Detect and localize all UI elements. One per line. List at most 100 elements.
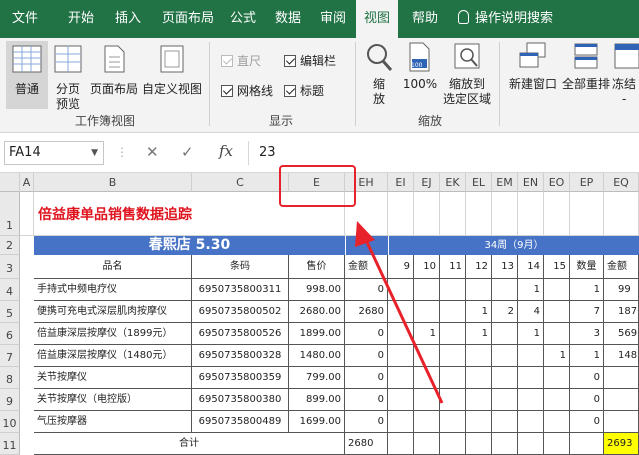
day-qty-cell[interactable] (440, 279, 466, 301)
row-header[interactable]: 4 (0, 279, 20, 301)
zoom-100-button[interactable]: 100 100% (400, 41, 440, 109)
cell[interactable] (388, 433, 414, 455)
total-label[interactable]: 合计 (34, 433, 345, 455)
product-code-cell[interactable]: 6950735800359 (192, 367, 289, 389)
tab-formulas[interactable]: 公式 (230, 0, 256, 38)
name-box-dropdown-icon[interactable]: ▼ (91, 142, 98, 164)
row-header[interactable]: 11 (0, 433, 20, 455)
day-qty-cell[interactable] (388, 279, 414, 301)
product-price-cell[interactable]: 799.00 (289, 367, 345, 389)
column-header[interactable]: EK (440, 173, 466, 192)
row-header[interactable]: 1 (0, 192, 20, 236)
cell[interactable] (570, 433, 604, 455)
new-window-button[interactable]: 新建窗口 (506, 41, 560, 109)
header-day[interactable]: 9 (388, 255, 414, 279)
day-qty-cell[interactable] (414, 367, 440, 389)
product-price-cell[interactable]: 1699.00 (289, 411, 345, 433)
day-qty-cell[interactable] (466, 279, 492, 301)
cell[interactable] (570, 192, 604, 236)
product-amount-cell[interactable]: 0 (345, 389, 388, 411)
gridlines-checkbox[interactable]: 网格线 (221, 84, 273, 98)
column-header[interactable]: EN (518, 173, 544, 192)
product-amount2-cell[interactable] (604, 367, 639, 389)
ruler-checkbox[interactable]: 直尺 (221, 54, 261, 68)
product-amount-cell[interactable]: 0 (345, 411, 388, 433)
product-name-cell[interactable]: 手持式中频电疗仪 (34, 279, 192, 301)
day-qty-cell[interactable] (518, 389, 544, 411)
cancel-icon[interactable]: ✕ (146, 143, 159, 161)
header-day[interactable]: 14 (518, 255, 544, 279)
day-qty-cell[interactable] (414, 301, 440, 323)
product-price-cell[interactable]: 1899.00 (289, 323, 345, 345)
day-qty-cell[interactable] (466, 367, 492, 389)
header-day[interactable]: 10 (414, 255, 440, 279)
cell[interactable] (544, 433, 570, 455)
week-banner[interactable]: 34周（9月） (388, 236, 639, 255)
product-qty-cell[interactable]: 1 (570, 345, 604, 367)
day-qty-cell[interactable] (388, 411, 414, 433)
day-qty-cell[interactable] (518, 345, 544, 367)
product-code-cell[interactable]: 6950735800328 (192, 345, 289, 367)
cell[interactable] (414, 433, 440, 455)
product-amount-cell[interactable]: 0 (345, 345, 388, 367)
tab-file[interactable]: 文件 (12, 0, 38, 38)
freeze-panes-button[interactable]: 冻结 - (612, 41, 639, 109)
tell-me-search[interactable]: 操作说明搜索 (458, 0, 553, 38)
cell[interactable] (518, 192, 544, 236)
row-header[interactable]: 5 (0, 301, 20, 323)
product-amount2-cell[interactable]: 99 (604, 279, 639, 301)
column-header[interactable]: EJ (414, 173, 440, 192)
day-qty-cell[interactable]: 1 (414, 323, 440, 345)
header-name[interactable]: 品名 (34, 255, 192, 279)
insert-function-icon[interactable]: fx (219, 142, 233, 160)
product-name-cell[interactable]: 倍益康深层按摩仪（1480元） (34, 345, 192, 367)
day-qty-cell[interactable] (440, 411, 466, 433)
product-amount-cell[interactable]: 0 (345, 279, 388, 301)
select-all-corner[interactable] (0, 173, 20, 192)
total-amount2[interactable]: 2693 (604, 433, 639, 455)
day-qty-cell[interactable] (388, 345, 414, 367)
day-qty-cell[interactable] (518, 367, 544, 389)
day-qty-cell[interactable] (466, 411, 492, 433)
day-qty-cell[interactable] (388, 367, 414, 389)
day-qty-cell[interactable] (492, 411, 518, 433)
day-qty-cell[interactable] (544, 323, 570, 345)
day-qty-cell[interactable] (388, 389, 414, 411)
row-header[interactable]: 3 (0, 255, 20, 279)
cell[interactable] (492, 192, 518, 236)
enter-check-icon[interactable]: ✓ (181, 143, 194, 161)
page-break-preview-button[interactable]: 分页 预览 (52, 41, 84, 111)
day-qty-cell[interactable] (466, 345, 492, 367)
product-amount-cell[interactable]: 0 (345, 323, 388, 345)
product-code-cell[interactable]: 6950735800526 (192, 323, 289, 345)
cell[interactable] (192, 192, 289, 236)
cell[interactable] (466, 192, 492, 236)
product-amount2-cell[interactable] (604, 411, 639, 433)
day-qty-cell[interactable] (544, 279, 570, 301)
header-day[interactable]: 12 (466, 255, 492, 279)
cell[interactable] (466, 433, 492, 455)
cell[interactable] (518, 433, 544, 455)
formula-input[interactable]: 23 (248, 141, 639, 165)
cell[interactable] (388, 192, 414, 236)
header-code[interactable]: 条码 (192, 255, 289, 279)
tab-page-layout[interactable]: 页面布局 (162, 0, 214, 38)
day-qty-cell[interactable]: 1 (518, 323, 544, 345)
row-header[interactable]: 10 (0, 411, 20, 433)
row-header[interactable]: 2 (0, 236, 20, 255)
column-header[interactable]: EL (466, 173, 492, 192)
store-banner[interactable]: 春熙店 5.30 (34, 236, 345, 255)
column-header[interactable]: EI (388, 173, 414, 192)
product-amount2-cell[interactable]: 569 (604, 323, 639, 345)
cell[interactable] (440, 433, 466, 455)
product-price-cell[interactable]: 2680.00 (289, 301, 345, 323)
day-qty-cell[interactable] (440, 323, 466, 345)
product-qty-cell[interactable]: 0 (570, 389, 604, 411)
day-qty-cell[interactable] (440, 301, 466, 323)
product-qty-cell[interactable]: 0 (570, 411, 604, 433)
header-day[interactable]: 15 (544, 255, 570, 279)
day-qty-cell[interactable] (492, 279, 518, 301)
day-qty-cell[interactable]: 1 (466, 301, 492, 323)
column-header[interactable]: EQ (604, 173, 639, 192)
column-header[interactable]: A (20, 173, 34, 192)
